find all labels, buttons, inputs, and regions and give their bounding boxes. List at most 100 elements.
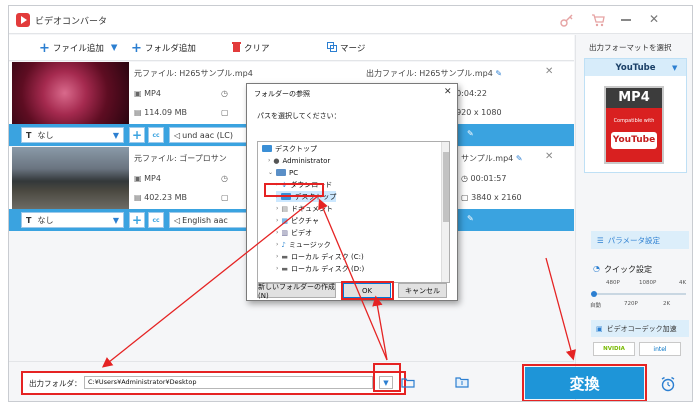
- size-icon: ▤: [134, 193, 145, 202]
- add-folder-button[interactable]: + フォルダ追加: [131, 40, 196, 56]
- convert-button[interactable]: 変換: [525, 367, 644, 399]
- trash-icon: [232, 41, 241, 55]
- tree-item-drive-c[interactable]: › ▬ ローカル ディスク (C:): [276, 251, 364, 262]
- tree-item-drive-d[interactable]: › ▬ ローカル ディスク (D:): [276, 263, 364, 274]
- collapse-icon[interactable]: ⌄: [268, 169, 273, 176]
- close-icon[interactable]: ✕: [649, 12, 659, 26]
- quality-auto[interactable]: 自動: [590, 301, 601, 309]
- expand-icon[interactable]: ›: [276, 241, 278, 248]
- output-folder-input[interactable]: C:¥Users¥Administrator¥Desktop: [84, 376, 373, 389]
- format-icon: ▣: [134, 174, 145, 183]
- app-title: ビデオコンバータ: [35, 17, 108, 27]
- video-thumbnail[interactable]: [12, 147, 129, 209]
- dialog-close-icon[interactable]: ✕: [444, 87, 452, 97]
- remove-icon[interactable]: ✕: [545, 66, 553, 77]
- alarm-icon[interactable]: [660, 376, 676, 394]
- format-panel-heading: 出力フォーマットを選択: [589, 43, 672, 52]
- clock-icon: ◷: [221, 174, 228, 183]
- output-filename: 出力ファイル: H265サンプル.mp4 ✎: [366, 68, 502, 79]
- quality-1080p[interactable]: 1080P: [639, 280, 656, 286]
- param-settings-button[interactable]: ☰ パラメータ設定: [591, 231, 689, 249]
- clock-icon: ◷: [221, 89, 228, 98]
- speed-icon: ◔: [593, 264, 600, 273]
- folder-icon[interactable]: [455, 376, 469, 390]
- audio-select[interactable]: ◁ und aac (LC): [169, 127, 249, 143]
- drive-icon: ▬: [281, 264, 289, 273]
- tree-item-pictures[interactable]: › ▦ ピクチャ: [276, 215, 319, 226]
- format-text: MP4: [144, 89, 161, 98]
- tree-label: ミュージック: [288, 240, 331, 249]
- add-subtitle-button[interactable]: +: [129, 212, 145, 228]
- chevron-down-icon[interactable]: ▼: [672, 64, 677, 72]
- tree-item-pc[interactable]: ⌄ PC: [268, 167, 298, 178]
- resolution-value: ▢ 3840 x 2160: [461, 193, 522, 202]
- edit-icon[interactable]: ✎: [516, 154, 523, 163]
- format-text: MP4: [144, 174, 161, 183]
- source-filename: 元ファイル: H265サンプル.mp4: [134, 69, 253, 78]
- quality-480p[interactable]: 480P: [606, 280, 620, 286]
- tree-item-music[interactable]: › ♪ ミュージック: [276, 239, 331, 250]
- cancel-button[interactable]: キャンセル: [398, 283, 447, 298]
- audio-select[interactable]: ◁ English aac: [169, 212, 249, 228]
- folder-tree[interactable]: デスクトップ › ● Administrator ⌄ PC › ↓ ダウンロード › デスク…: [257, 141, 450, 283]
- quick-settings-title: ◔ クイック設定: [593, 264, 652, 275]
- new-folder-button[interactable]: 新しいフォルダーの作成(N): [257, 283, 336, 300]
- quality-2k[interactable]: 2K: [663, 301, 670, 307]
- compatible-text: Compatible with: [613, 118, 655, 124]
- cc-button[interactable]: cc: [148, 127, 164, 143]
- edit-icon[interactable]: ✎: [495, 69, 502, 78]
- clear-button[interactable]: クリア: [232, 41, 270, 55]
- edit-icon[interactable]: ✎: [467, 129, 474, 138]
- remove-icon[interactable]: ✕: [545, 151, 553, 162]
- tree-item-desktop-root[interactable]: デスクトップ: [262, 143, 317, 154]
- quality-720p[interactable]: 720P: [624, 301, 638, 307]
- subtitle-select[interactable]: T なし ▼: [21, 127, 124, 143]
- video-thumbnail[interactable]: [12, 62, 129, 124]
- resolution-icon: ▢: [221, 108, 229, 117]
- dialog-title: フォルダーの参照: [254, 90, 310, 98]
- add-file-button[interactable]: + ファイル追加 ▼: [39, 41, 118, 56]
- expand-icon[interactable]: ›: [276, 217, 278, 224]
- chevron-down-icon[interactable]: ▼: [111, 43, 118, 53]
- format-panel: 出力フォーマットを選択 YouTube ▼ MP4 Compatible wit…: [575, 35, 692, 401]
- document-icon: ▤: [281, 204, 289, 213]
- open-folder-icon[interactable]: [401, 377, 415, 390]
- expand-icon[interactable]: ›: [276, 205, 278, 212]
- expand-icon[interactable]: ›: [276, 229, 278, 236]
- tree-label: デスクトップ: [275, 144, 317, 153]
- speaker-icon: ◁: [174, 130, 181, 140]
- quality-slider-thumb[interactable]: [591, 291, 597, 297]
- text-icon: T: [26, 130, 32, 140]
- output-filename: サンプル.mp4 ✎: [461, 153, 523, 164]
- format-card[interactable]: YouTube ▼ MP4 Compatible with YouTube: [584, 58, 687, 173]
- tree-scrollbar[interactable]: [441, 142, 449, 282]
- expand-icon[interactable]: ›: [276, 253, 278, 260]
- tree-item-documents[interactable]: › ▤ ドキュメント: [276, 203, 333, 214]
- expand-icon[interactable]: ›: [276, 265, 278, 272]
- plus-icon: +: [131, 40, 142, 56]
- edit-icon[interactable]: ✎: [467, 214, 474, 223]
- key-icon[interactable]: [560, 13, 574, 29]
- merge-button[interactable]: マージ: [327, 41, 365, 55]
- quality-4k[interactable]: 4K: [679, 280, 686, 286]
- tree-label: ローカル ディスク (C:): [291, 252, 364, 261]
- nvidia-badge[interactable]: NVIDIA: [593, 342, 635, 356]
- pc-icon: [276, 169, 287, 176]
- dialog-prompt: パスを選択してください：: [257, 112, 341, 120]
- cc-button[interactable]: cc: [148, 212, 164, 228]
- expand-icon[interactable]: ›: [268, 157, 270, 164]
- tree-item-administrator[interactable]: › ● Administrator: [268, 155, 330, 166]
- cart-icon[interactable]: [591, 13, 605, 29]
- quality-slider[interactable]: [591, 291, 686, 297]
- add-folder-label: フォルダ追加: [144, 44, 196, 54]
- tree-item-videos[interactable]: › ▥ ビデオ: [276, 227, 312, 238]
- resolution-text: 3840 x 2160: [471, 193, 522, 202]
- subtitle-select[interactable]: T なし ▼: [21, 212, 124, 228]
- tree-scrollbar-thumb[interactable]: [443, 152, 449, 222]
- mp4-badge-title: MP4: [606, 88, 662, 108]
- add-subtitle-button[interactable]: +: [129, 127, 145, 143]
- sliders-icon: ☰: [597, 235, 604, 245]
- intel-badge[interactable]: intel: [639, 342, 681, 356]
- minimize-icon[interactable]: [621, 19, 631, 21]
- add-file-label: ファイル追加: [52, 44, 104, 54]
